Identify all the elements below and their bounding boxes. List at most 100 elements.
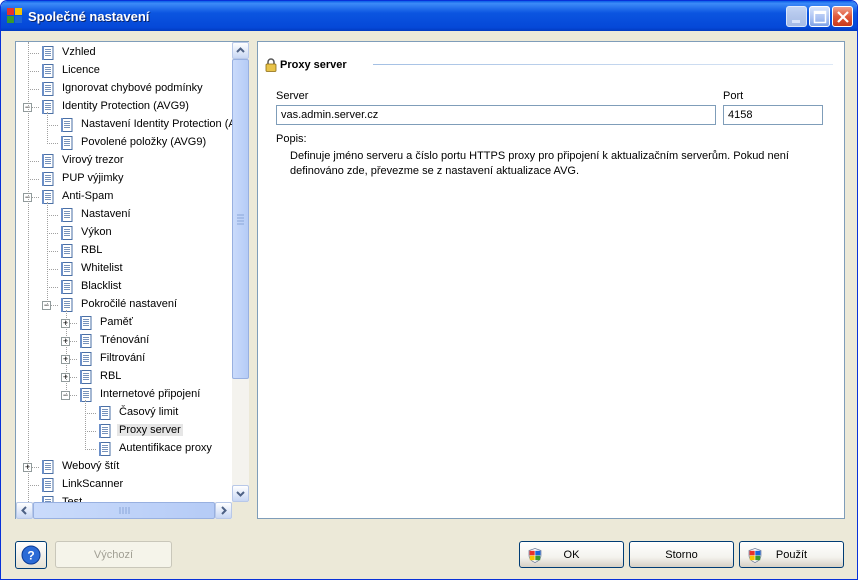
scroll-up-button[interactable] [232,42,249,59]
maximize-button[interactable] [809,6,830,27]
page-icon [97,441,113,457]
tree-connector [47,125,58,126]
tree-item-label: Blacklist [81,280,122,292]
server-input[interactable]: vas.admin.server.cz [276,105,716,125]
tree-guide-line [47,112,48,144]
tree-item-label: Proxy server [117,424,183,436]
tree-connector [47,287,58,288]
h-scroll-thumb[interactable] [33,502,215,519]
page-icon [40,99,56,115]
page-icon [40,477,56,493]
apply-button[interactable]: Použít [739,541,844,568]
close-button[interactable] [832,6,853,27]
tree-connector [47,269,58,270]
page-icon [97,405,113,421]
help-icon: ? [21,545,41,565]
default-button-label: Výchozí [93,549,134,561]
tree-horizontal-scrollbar[interactable] [16,502,232,519]
window-title: Společné nastavení [28,9,150,24]
page-icon [40,495,56,502]
minimize-icon [792,20,800,23]
svg-text:?: ? [27,549,34,563]
page-icon [40,81,56,97]
tree-item-label: Vzhled [62,46,96,58]
scrollbar-corner [232,502,249,519]
tree-connector [47,215,58,216]
tree-connector [85,413,96,414]
cancel-button-label: Storno [665,549,698,561]
page-icon [40,171,56,187]
tree-guide-line [85,400,86,450]
chevron-left-icon [21,506,27,515]
tree-item-label: LinkScanner [62,478,124,490]
tree-connector [85,431,96,432]
port-input[interactable]: 4158 [723,105,823,125]
tree-guide-line [66,310,67,396]
page-icon [59,297,75,313]
maximize-icon [813,10,827,24]
tree-item-label: Anti-Spam [62,190,114,202]
tree-item-label: Nastavení Identity Protection (A [81,118,232,130]
scroll-down-button[interactable] [232,485,249,502]
tree-connector [28,179,39,180]
tree-connector [28,89,39,90]
tree-guide-line [47,202,48,306]
page-icon [78,369,94,385]
page-icon [40,459,56,475]
page-icon [59,243,75,259]
ok-button-label: OK [563,549,580,561]
page-icon [40,189,56,205]
tree-vertical-scrollbar[interactable] [232,42,249,502]
proxy-settings-panel: Proxy server Server vas.admin.server.cz … [257,41,845,519]
server-label: Server [276,90,309,102]
tree-item-label: Pokročilé nastavení [81,298,177,310]
page-icon [59,135,75,151]
page-icon [40,45,56,61]
tree-item-label: Internetové připojení [100,388,201,400]
tree-item-label: Povolené položky (AVG9) [81,136,207,148]
tree-connector [47,233,58,234]
description-label: Popis: [276,133,307,145]
tree-item-label: RBL [81,244,103,256]
page-icon [78,387,94,403]
grip-icon [237,214,244,225]
ok-button[interactable]: OK [519,541,624,568]
tree-item-label: Výkon [81,226,112,238]
apply-button-label: Použít [775,549,808,561]
cancel-button[interactable]: Storno [629,541,734,568]
scroll-thumb[interactable] [232,59,249,379]
page-icon [78,351,94,367]
lock-icon [265,58,277,72]
scroll-left-button[interactable] [16,502,33,519]
section-divider [373,64,833,65]
tree-guide-line [28,42,29,502]
page-icon [78,315,94,331]
page-icon [78,333,94,349]
page-icon [59,279,75,295]
tree-connector [28,161,39,162]
title-bar[interactable]: Společné nastavení [1,1,857,31]
grip-icon [119,507,130,514]
page-icon [97,423,113,439]
help-button[interactable]: ? [15,541,47,569]
page-icon [59,225,75,241]
page-icon [40,63,56,79]
page-icon [59,117,75,133]
minimize-button[interactable] [786,6,807,27]
tree-connector [28,53,39,54]
tree-connector [85,449,96,450]
tree-item-label: Whitelist [81,262,123,274]
tree-item-label: Paměť [100,316,133,328]
tree-item-label: Nastavení [81,208,131,220]
settings-window: Společné nastavení Vzhled Licence Ignorova… [0,0,858,580]
page-icon [59,207,75,223]
description-text: Definuje jméno serveru a číslo portu HTT… [290,150,789,177]
tree-item-label: Časový limit [119,406,179,418]
settings-tree: Vzhled Licence Ignorovat chybové podmínky I… [16,42,232,502]
tree-item-label: Autentifikace proxy [119,442,212,454]
tree-item-label: Trénování [100,334,150,346]
scroll-right-button[interactable] [215,502,232,519]
chevron-right-icon [221,506,227,515]
chevron-down-icon [236,491,245,497]
default-button[interactable]: Výchozí [55,541,172,568]
